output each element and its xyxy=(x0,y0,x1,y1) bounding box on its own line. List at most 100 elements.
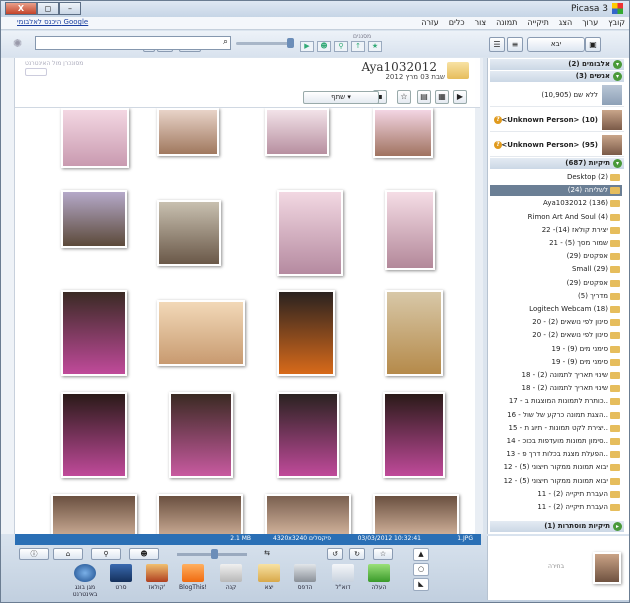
geotag-icon[interactable]: ⚲ xyxy=(91,548,121,560)
info-icon[interactable]: ⓘ xyxy=(19,548,49,560)
people-icon[interactable]: ☻ xyxy=(129,548,159,560)
photo-thumbnail[interactable] xyxy=(61,190,127,248)
movie-button[interactable]: סרט xyxy=(105,564,137,591)
slideshow-icon[interactable]: ▶ xyxy=(453,90,467,104)
photo-thumbnail[interactable] xyxy=(277,290,335,376)
folder-item[interactable]: 12 - יבוא תמונות ממקור חיצוני (5) xyxy=(490,476,622,487)
folder-item[interactable]: Rimon Art And Soul (4) xyxy=(490,212,622,223)
albums-section-header[interactable]: אלבומים (2) ▾ xyxy=(490,59,624,70)
share-button[interactable]: שתף ▾ xyxy=(303,91,379,104)
folder-item[interactable]: 14 - סימון תמונות מועדפות בכוכ.. xyxy=(490,436,622,447)
collage-button[interactable]: קולאז' xyxy=(141,564,173,591)
menu-help[interactable]: עזרה xyxy=(421,18,439,27)
photo-thumbnail[interactable] xyxy=(277,190,343,276)
person-unknown-1[interactable]: ? <Unknown Person> (10) xyxy=(490,108,624,132)
folders-section-header[interactable]: תיקיות (687) ▾ xyxy=(490,158,624,169)
print-button[interactable]: הדפס xyxy=(289,564,321,591)
folder-item[interactable]: לשליחה (24) xyxy=(490,185,622,197)
expand-icon[interactable]: ▾ xyxy=(613,72,622,81)
person-unnamed[interactable]: ללא שם (10,905) xyxy=(490,83,624,107)
hidden-folders-header[interactable]: תיקיות מוסתרות (1) ▸ xyxy=(490,521,624,532)
folder-item[interactable]: Desktop (2) xyxy=(490,172,622,183)
filter-slider-handle[interactable] xyxy=(287,38,294,48)
grid-scrollbar[interactable] xyxy=(475,58,483,534)
photo-thumbnail[interactable] xyxy=(51,494,137,534)
photo-thumbnail[interactable] xyxy=(61,392,127,478)
geo-button[interactable]: מגן בונג באינטרנט xyxy=(69,564,101,598)
expand-icon[interactable]: ▾ xyxy=(613,60,622,69)
folder-item[interactable]: 11 - העברת תיקייה (2) xyxy=(490,489,622,500)
video-filter-icon[interactable]: ▶ xyxy=(300,41,314,52)
email-button[interactable]: דוא"ל xyxy=(327,564,359,591)
movie-icon[interactable]: ▤ xyxy=(417,90,431,104)
face-filter-icon[interactable]: ☻ xyxy=(317,41,331,52)
search-input[interactable]: ⌕ xyxy=(35,36,231,50)
zoom-slider-handle[interactable] xyxy=(211,549,218,559)
folder-item[interactable]: 21 - שמור מסך (5) xyxy=(490,238,622,249)
google-signin-link[interactable]: היכנס לאלבומי Google xyxy=(17,18,88,26)
menu-picture[interactable]: תמונה xyxy=(496,18,517,27)
album-title[interactable]: Aya1032012 xyxy=(361,60,437,74)
menu-edit[interactable]: ערוך xyxy=(582,18,598,27)
filter-slider-track[interactable] xyxy=(236,42,294,45)
photo-thumbnail[interactable] xyxy=(383,392,445,478)
menu-tools[interactable]: כלים xyxy=(449,18,465,27)
folder-item[interactable]: 18 - שינוי תאריך לתמונה (2) xyxy=(490,370,622,381)
folder-item[interactable]: Logitech Webcam (18) xyxy=(490,304,622,315)
photo-thumbnail[interactable] xyxy=(157,108,219,156)
folder-item[interactable]: אפקטים (29) xyxy=(490,251,622,262)
close-button[interactable]: X xyxy=(5,2,37,15)
photo-thumbnail[interactable] xyxy=(373,108,433,158)
import-device-icon[interactable]: ▣ xyxy=(585,37,601,52)
folder-item[interactable]: 17 - כותרת לתמונות המוצגות ב.. xyxy=(490,396,622,407)
expand-icon[interactable]: ▾ xyxy=(613,159,622,168)
shop-button[interactable]: קנה xyxy=(215,564,247,591)
folder-item[interactable]: 20 - סינון לפי נושאים (2) xyxy=(490,317,622,328)
tag-icon[interactable]: ⌂ xyxy=(53,548,83,560)
photo-thumbnail[interactable] xyxy=(265,108,329,156)
folder-item[interactable]: מדריך (5) xyxy=(490,291,622,302)
photo-thumbnail[interactable] xyxy=(61,290,127,376)
folder-item[interactable]: 11 - העברת תיקייה (2) xyxy=(490,502,622,513)
folder-item[interactable]: 16 - הצגת תמונה כרקע של שול.. xyxy=(490,410,622,421)
folder-item[interactable]: 12 - יבוא תמונות ממקור חיצוני (5) xyxy=(490,462,622,473)
menu-folder[interactable]: תיקייה xyxy=(527,18,549,27)
blogthis-button[interactable]: BlogThis! xyxy=(177,564,209,591)
folder-item[interactable]: 13 - הפעלת מצגת בכלות דרך פ.. xyxy=(490,449,622,460)
geotag-filter-icon[interactable]: ⚲ xyxy=(334,41,348,52)
photo-thumbnail[interactable] xyxy=(157,494,243,534)
photo-thumbnail[interactable] xyxy=(385,190,435,270)
import-button[interactable]: יבא xyxy=(527,37,585,52)
star-filter-icon[interactable]: ★ xyxy=(368,41,382,52)
folder-item[interactable]: Small (29) xyxy=(490,264,622,275)
add-to-album-icon[interactable]: ◣ xyxy=(413,578,429,591)
star-icon[interactable]: ☆ xyxy=(373,548,393,560)
pin-icon[interactable]: ▲ xyxy=(413,548,429,561)
web-sync-toggle[interactable] xyxy=(25,68,47,76)
export-button[interactable]: יצא xyxy=(253,564,285,591)
photo-thumbnail[interactable] xyxy=(277,392,339,478)
maximize-button[interactable]: ◻ xyxy=(37,2,59,15)
upload-button[interactable]: העלה xyxy=(363,564,395,591)
collage-icon[interactable]: ▦ xyxy=(435,90,449,104)
folder-item[interactable]: 18 - שינוי תאריך לתמונה (2) xyxy=(490,383,622,394)
rotate-right-icon[interactable]: ↻ xyxy=(349,548,365,560)
minimize-button[interactable]: – xyxy=(59,2,81,15)
photo-thumbnail[interactable] xyxy=(61,108,129,168)
person-unknown-2[interactable]: ? <Unknown Person> (95) xyxy=(490,133,624,157)
tray-thumbnail[interactable] xyxy=(593,552,621,584)
photo-thumbnail[interactable] xyxy=(157,200,221,266)
tree-view-icon[interactable]: ☰ xyxy=(489,37,505,52)
folder-item[interactable]: אפקטים (29) xyxy=(490,278,622,289)
photo-thumbnail[interactable] xyxy=(157,300,245,366)
photo-thumbnail[interactable] xyxy=(169,392,233,478)
folder-item[interactable]: 19 - סימני מים (9) xyxy=(490,344,622,355)
rotate-left-icon[interactable]: ↺ xyxy=(327,548,343,560)
folder-item[interactable]: 15 - יצירת לקט תמונות - תיוג ת.. xyxy=(490,423,622,434)
zoom-icon[interactable]: ⇆ xyxy=(259,548,275,560)
folder-item[interactable]: 22 -יצירת קולאז (14) xyxy=(490,225,622,236)
star-icon[interactable]: ☆ xyxy=(397,90,411,104)
clear-selection-icon[interactable]: ○ xyxy=(413,563,429,576)
list-view-icon[interactable]: ≡ xyxy=(507,37,523,52)
menu-file[interactable]: קובץ xyxy=(608,18,625,27)
